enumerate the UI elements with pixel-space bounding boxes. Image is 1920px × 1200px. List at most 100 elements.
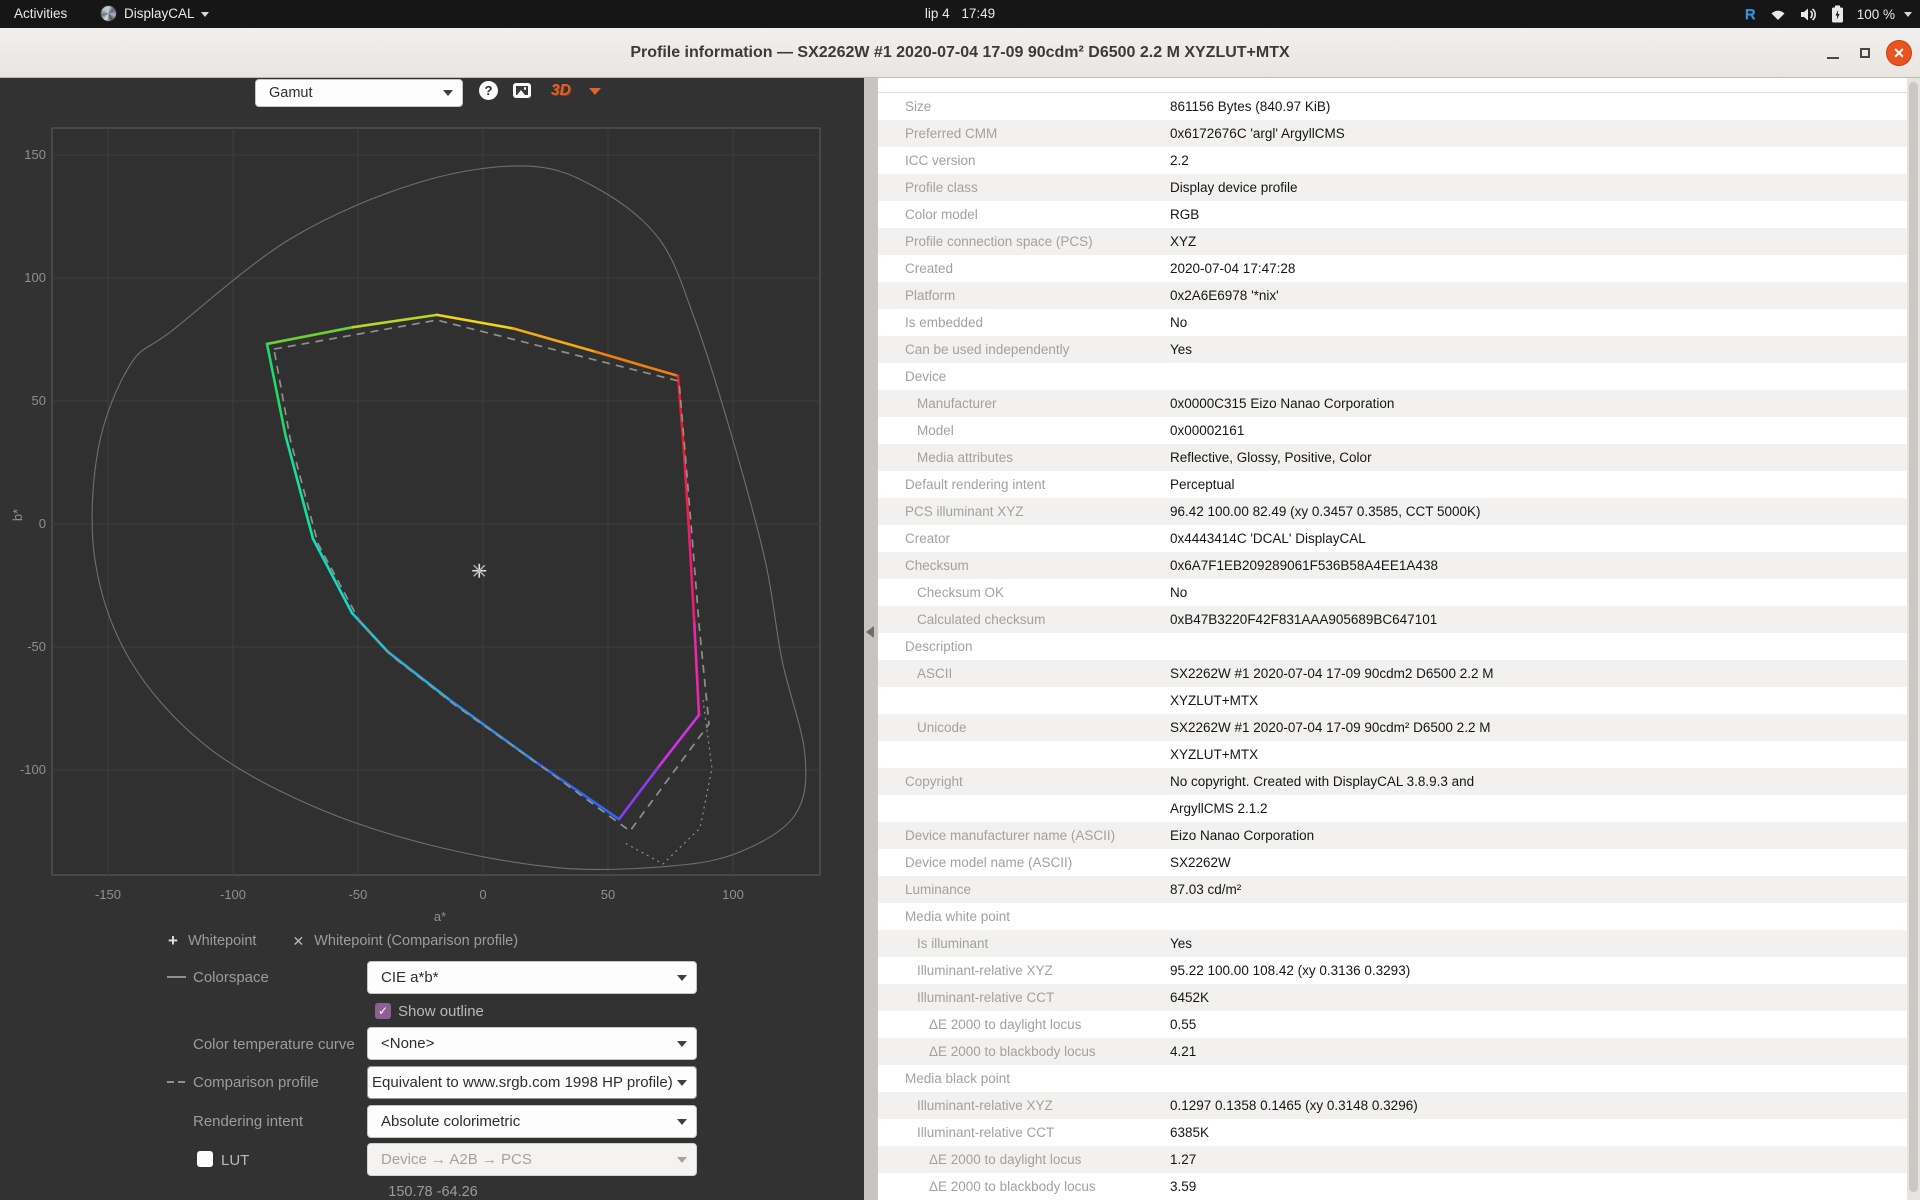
- system-tray[interactable]: R 100 %: [1745, 0, 1912, 28]
- table-row[interactable]: Illuminant-relative XYZ0.1297 0.1358 0.1…: [878, 1092, 1907, 1119]
- table-row[interactable]: UnicodeSX2262W #1 2020-07-04 17-09 90cdm…: [878, 714, 1907, 741]
- y-tick-label: 0: [39, 516, 46, 531]
- rendering-intent-select[interactable]: Absolute colorimetric: [367, 1105, 697, 1138]
- table-row[interactable]: ASCIISX2262W #1 2020-07-04 17-09 90cdm2 …: [878, 660, 1907, 687]
- table-row[interactable]: PCS illuminant XYZ96.42 100.00 82.49 (xy…: [878, 498, 1907, 525]
- row-label: ΔE 2000 to blackbody locus: [929, 1173, 1096, 1200]
- table-row[interactable]: Description: [878, 633, 1907, 660]
- plot-legend: + Whitepoint ✕ Whitepoint (Comparison pr…: [168, 931, 518, 951]
- lut-direction-value: Device → A2B → PCS: [381, 1144, 532, 1175]
- colorspace-label: Colorspace: [193, 969, 269, 986]
- table-row[interactable]: Preferred CMM0x6172676C 'argl' ArgyllCMS: [878, 120, 1907, 147]
- row-value: 0x4443414C 'DCAL' DisplayCAL: [1170, 525, 1366, 552]
- row-label: ΔE 2000 to daylight locus: [929, 1146, 1081, 1173]
- splitter-collapse-arrow-icon[interactable]: [866, 626, 874, 638]
- show-outline-label[interactable]: Show outline: [398, 1003, 484, 1020]
- table-row[interactable]: Can be used independentlyYes: [878, 336, 1907, 363]
- row-value: Yes: [1170, 336, 1192, 363]
- table-row[interactable]: Illuminant-relative CCT6452K: [878, 984, 1907, 1011]
- row-value: 0x2A6E6978 '*nix': [1170, 282, 1279, 309]
- table-row[interactable]: Checksum OKNo: [878, 579, 1907, 606]
- row-label: Media white point: [905, 903, 1010, 930]
- table-row[interactable]: Media black point: [878, 1065, 1907, 1092]
- table-row[interactable]: Default rendering intentPerceptual: [878, 471, 1907, 498]
- y-tick-label: 100: [24, 270, 46, 285]
- row-label: Color model: [905, 201, 978, 228]
- table-row[interactable]: Illuminant-relative CCT6385K: [878, 1119, 1907, 1146]
- table-row[interactable]: Size861156 Bytes (840.97 KiB): [878, 93, 1907, 120]
- color-temperature-curve-select[interactable]: <None>: [367, 1027, 697, 1060]
- maximize-icon: [1860, 48, 1870, 58]
- table-row[interactable]: Created2020-07-04 17:47:28: [878, 255, 1907, 282]
- show-outline-checkbox[interactable]: ✓: [375, 1003, 391, 1019]
- x-tick-label: -150: [95, 887, 121, 902]
- table-row[interactable]: ΔE 2000 to blackbody locus4.21: [878, 1038, 1907, 1065]
- row-value: 0.55: [1170, 1011, 1196, 1038]
- cursor-position-readout: 150.78 -64.26: [388, 1184, 478, 1200]
- table-row[interactable]: ICC version2.2: [878, 147, 1907, 174]
- table-row[interactable]: Device: [878, 363, 1907, 390]
- table-row[interactable]: Creator0x4443414C 'DCAL' DisplayCAL: [878, 525, 1907, 552]
- battery-icon: [1831, 5, 1844, 23]
- minimize-button[interactable]: [1820, 40, 1846, 66]
- x-tick-label: -50: [349, 887, 368, 902]
- lut-label[interactable]: LUT: [221, 1152, 249, 1169]
- chevron-down-icon: [677, 975, 687, 981]
- table-row[interactable]: Luminance 87.03 cd/m²: [878, 876, 1907, 903]
- table-row[interactable]: ArgyllCMS 2.1.2: [878, 795, 1907, 822]
- table-row[interactable]: Platform0x2A6E6978 '*nix': [878, 282, 1907, 309]
- row-label: Luminance: [905, 876, 971, 903]
- table-row[interactable]: ΔE 2000 to daylight locus1.27: [878, 1146, 1907, 1173]
- row-value: XYZLUT+MTX: [1170, 741, 1258, 768]
- table-row[interactable]: Checksum0x6A7F1EB209289061F536B58A4EE1A4…: [878, 552, 1907, 579]
- gamut-plot[interactable]: -150-100-50050100150100500-50-100a*b*: [0, 78, 864, 928]
- table-row[interactable]: Manufacturer0x0000C315 Eizo Nanao Corpor…: [878, 390, 1907, 417]
- table-row[interactable]: Is embeddedNo: [878, 309, 1907, 336]
- chevron-down-icon: [201, 12, 209, 17]
- activities-button[interactable]: Activities: [14, 0, 67, 28]
- panel-splitter[interactable]: [864, 78, 878, 1200]
- table-row[interactable]: XYZLUT+MTX: [878, 687, 1907, 714]
- table-row[interactable]: ΔE 2000 to blackbody locus3.59: [878, 1173, 1907, 1200]
- clock-button[interactable]: lip 4 17:49: [925, 0, 995, 28]
- maximize-button[interactable]: [1852, 40, 1878, 66]
- whitepoint-marker-icon: +: [168, 931, 178, 951]
- row-value: 0.1297 0.1358 0.1465 (xy 0.3148 0.3296): [1170, 1092, 1418, 1119]
- app-menu-button[interactable]: DisplayCAL: [124, 0, 209, 28]
- colorspace-select[interactable]: CIE a*b*: [367, 961, 697, 994]
- table-row[interactable]: Calculated checksum0xB47B3220F42F831AAA9…: [878, 606, 1907, 633]
- table-row[interactable]: Model0x00002161: [878, 417, 1907, 444]
- table-row[interactable]: Device model name (ASCII)SX2262W: [878, 849, 1907, 876]
- table-row[interactable]: Media attributesReflective, Glossy, Posi…: [878, 444, 1907, 471]
- row-value: Eizo Nanao Corporation: [1170, 822, 1314, 849]
- row-value: 95.22 100.00 108.42 (xy 0.3136 0.3293): [1170, 957, 1410, 984]
- top-menu-bar: Activities DisplayCAL lip 4 17:49 R 100 …: [0, 0, 1920, 28]
- table-row[interactable]: Profile connection space (PCS)XYZ: [878, 228, 1907, 255]
- rendering-intent-value: Absolute colorimetric: [381, 1106, 520, 1137]
- table-row[interactable]: Color modelRGB: [878, 201, 1907, 228]
- row-value: 4.21: [1170, 1038, 1196, 1065]
- table-row[interactable]: XYZLUT+MTX: [878, 741, 1907, 768]
- row-value: 0x6172676C 'argl' ArgyllCMS: [1170, 120, 1345, 147]
- close-button[interactable]: ✕: [1886, 40, 1912, 66]
- window-title-bar[interactable]: Profile information — SX2262W #1 2020-07…: [0, 28, 1920, 78]
- r-indicator-icon[interactable]: R: [1745, 6, 1756, 23]
- row-value: 87.03 cd/m²: [1170, 876, 1241, 903]
- table-row[interactable]: Device manufacturer name (ASCII)Eizo Nan…: [878, 822, 1907, 849]
- row-label: ASCII: [917, 660, 952, 687]
- table-row[interactable]: ΔE 2000 to daylight locus 0.55: [878, 1011, 1907, 1038]
- row-label: ΔE 2000 to daylight locus: [929, 1011, 1081, 1038]
- table-row[interactable]: CopyrightNo copyright. Created with Disp…: [878, 768, 1907, 795]
- clock-date: lip 4: [925, 6, 950, 21]
- row-label: Is embedded: [905, 309, 983, 336]
- scrollbar-thumb[interactable]: [1909, 82, 1918, 1192]
- x-tick-label: 100: [722, 887, 744, 902]
- table-row[interactable]: Illuminant-relative XYZ95.22 100.00 108.…: [878, 957, 1907, 984]
- table-row[interactable]: Media white point: [878, 903, 1907, 930]
- comparison-profile-select[interactable]: Equivalent to www.srgb.com 1998 HP profi…: [367, 1066, 697, 1099]
- lut-checkbox[interactable]: [197, 1151, 213, 1167]
- y-tick-label: 50: [32, 393, 46, 408]
- table-row[interactable]: Profile classDisplay device profile: [878, 174, 1907, 201]
- table-row[interactable]: Is illuminantYes: [878, 930, 1907, 957]
- vertical-scrollbar[interactable]: [1907, 78, 1920, 1200]
